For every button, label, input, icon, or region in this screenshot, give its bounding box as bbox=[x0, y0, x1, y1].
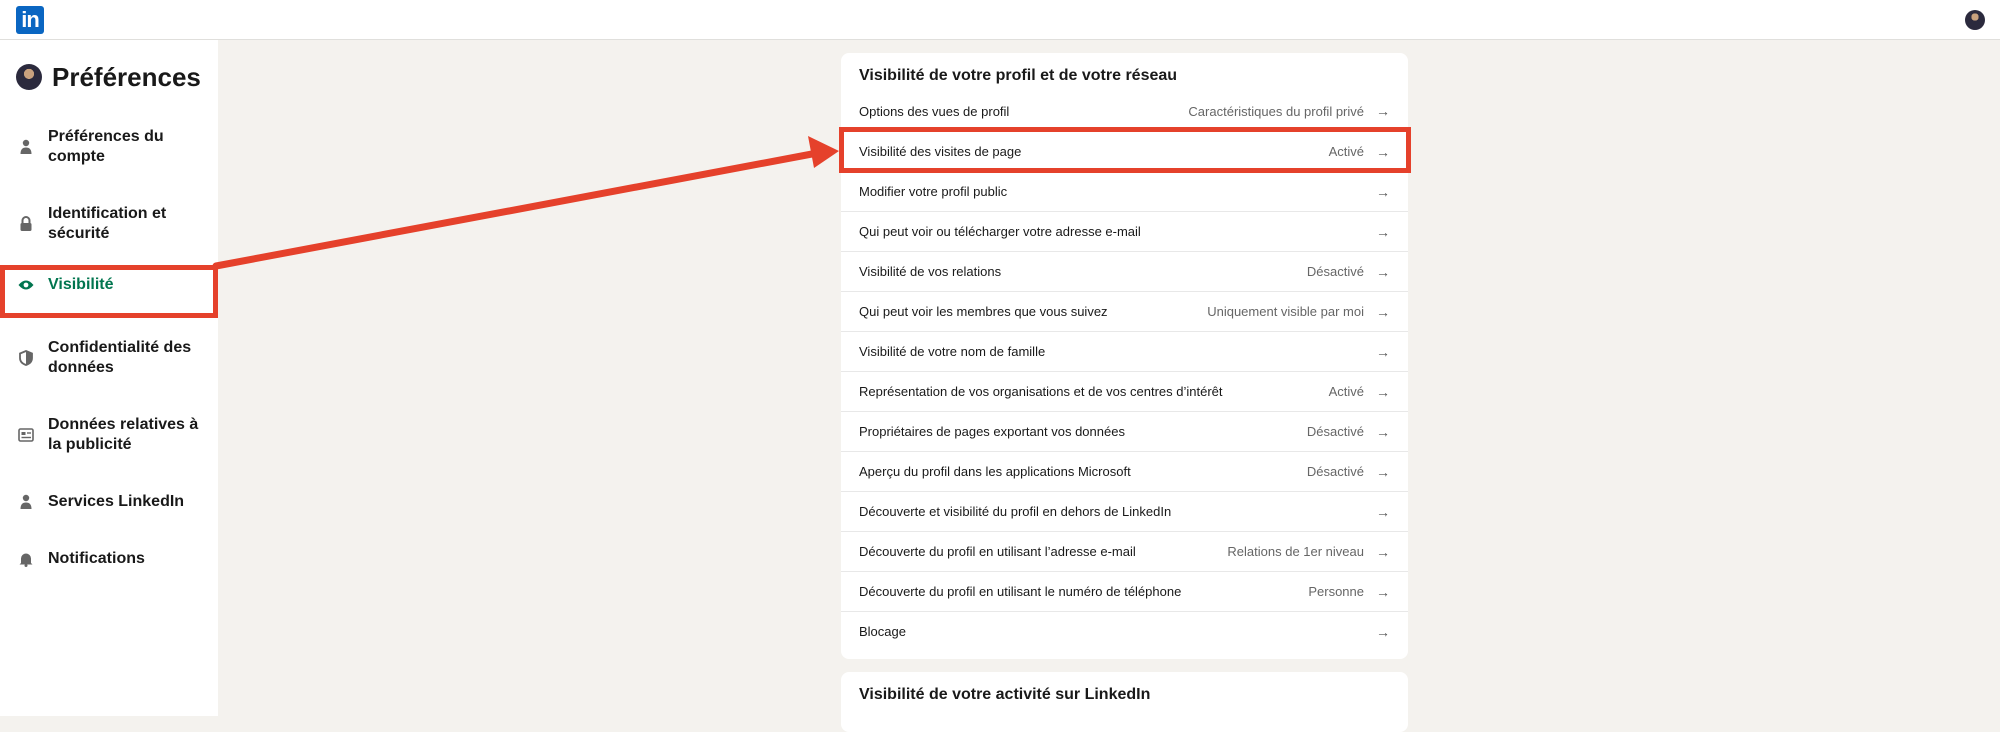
arrow-right-icon: → bbox=[1376, 503, 1390, 520]
sidebar-item-visibility[interactable]: Visibilité bbox=[0, 265, 218, 305]
settings-row-page-owners-export[interactable]: Propriétaires de pages exportant vos don… bbox=[841, 411, 1408, 451]
eye-icon bbox=[18, 277, 34, 293]
row-label: Options des vues de profil bbox=[859, 103, 1010, 119]
settings-row-discovery-email[interactable]: Découverte du profil en utilisant l’adre… bbox=[841, 531, 1408, 571]
sidebar-item-label: Préférences du compte bbox=[48, 128, 164, 165]
row-label: Propriétaires de pages exportant vos don… bbox=[859, 424, 1125, 439]
ad-card-icon bbox=[18, 427, 34, 443]
sidebar-header: Préférences bbox=[16, 60, 201, 94]
user-avatar[interactable] bbox=[1965, 10, 1985, 30]
settings-row-discovery-phone[interactable]: Découverte du profil en utilisant le num… bbox=[841, 571, 1408, 611]
person-icon bbox=[18, 494, 34, 510]
sidebar-item-label: Visibilité bbox=[48, 276, 114, 293]
row-label: Visibilité de votre nom de famille bbox=[859, 344, 1046, 359]
lock-icon bbox=[18, 216, 34, 232]
row-value: Activé bbox=[1328, 144, 1364, 159]
settings-row-following-visibility[interactable]: Qui peut voir les membres que vous suive… bbox=[841, 291, 1408, 331]
settings-row-off-linkedin-visibility[interactable]: Découverte et visibilité du profil en de… bbox=[841, 491, 1408, 531]
sidebar-avatar bbox=[16, 64, 42, 90]
sidebar-item-label: Confidentialité des données bbox=[48, 339, 192, 376]
arrow-right-icon: → bbox=[1376, 623, 1390, 640]
settings-sidebar: Préférences Préférences du compte Identi… bbox=[0, 40, 218, 716]
row-label: Représentation de vos organisations et d… bbox=[859, 384, 1223, 399]
activity-visibility-card: Visibilité de votre activité sur LinkedI… bbox=[841, 672, 1408, 732]
sidebar-item-label: Services LinkedIn bbox=[48, 493, 185, 510]
row-value: Personne bbox=[1308, 584, 1364, 599]
sidebar-item-label: Notifications bbox=[48, 550, 145, 567]
arrow-right-icon: → bbox=[1376, 303, 1390, 320]
row-label: Blocage bbox=[859, 624, 906, 639]
arrow-right-icon: → bbox=[1376, 383, 1390, 400]
profile-network-visibility-card: Visibilité de votre profil et de votre r… bbox=[841, 53, 1408, 659]
row-label: Visibilité de vos relations bbox=[859, 264, 1002, 279]
arrow-right-icon: → bbox=[1376, 543, 1390, 560]
arrow-right-icon: → bbox=[1376, 143, 1390, 160]
person-icon bbox=[18, 139, 34, 155]
row-value: Désactivé bbox=[1306, 264, 1364, 279]
settings-row-page-visit-visibility[interactable]: Visibilité des visites de page Activé → bbox=[841, 131, 1408, 171]
row-label: Qui peut voir les membres que vous suive… bbox=[859, 304, 1108, 319]
arrow-right-icon: → bbox=[1376, 423, 1390, 440]
settings-row-edit-public-profile[interactable]: Modifier votre profil public → bbox=[841, 171, 1408, 211]
arrow-right-icon: → bbox=[1376, 183, 1390, 200]
row-value: Relations de 1er niveau bbox=[1227, 544, 1364, 559]
settings-row-blocking[interactable]: Blocage → bbox=[841, 611, 1408, 651]
row-label: Découverte du profil en utilisant l’adre… bbox=[859, 544, 1136, 559]
sidebar-item-label: Données relatives à la publicité bbox=[48, 416, 199, 453]
sidebar-item-account-preferences[interactable]: Préférences du compte bbox=[0, 125, 218, 169]
row-label: Qui peut voir ou télécharger votre adres… bbox=[859, 224, 1141, 239]
shield-icon bbox=[18, 350, 34, 366]
row-value: Caractéristiques du profil privé bbox=[1188, 103, 1364, 119]
sidebar-item-security[interactable]: Identification et sécurité bbox=[0, 202, 218, 246]
card-title: Visibilité de votre profil et de votre r… bbox=[859, 67, 1178, 84]
row-value: Uniquement visible par moi bbox=[1207, 304, 1364, 319]
arrow-right-icon: → bbox=[1376, 103, 1390, 119]
row-label: Aperçu du profil dans les applications M… bbox=[859, 464, 1131, 479]
page-title: Préférences bbox=[52, 61, 201, 92]
sidebar-item-label: Identification et sécurité bbox=[48, 205, 167, 242]
arrow-right-icon: → bbox=[1376, 223, 1390, 240]
sidebar-item-data-privacy[interactable]: Confidentialité des données bbox=[0, 336, 218, 380]
card-title: Visibilité de votre activité sur LinkedI… bbox=[859, 686, 1151, 703]
bell-icon bbox=[18, 551, 34, 567]
row-label: Modifier votre profil public bbox=[859, 184, 1008, 199]
top-navbar: in bbox=[0, 0, 2000, 40]
settings-row-last-name-visibility[interactable]: Visibilité de votre nom de famille → bbox=[841, 331, 1408, 371]
arrow-right-icon: → bbox=[1376, 263, 1390, 280]
settings-row-organizations-interests[interactable]: Représentation de vos organisations et d… bbox=[841, 371, 1408, 411]
row-value: Activé bbox=[1328, 384, 1364, 399]
row-value: Désactivé bbox=[1306, 464, 1364, 479]
row-label: Visibilité des visites de page bbox=[859, 144, 1022, 159]
arrow-right-icon: → bbox=[1376, 463, 1390, 480]
sidebar-item-linkedin-services[interactable]: Services LinkedIn bbox=[0, 482, 218, 522]
linkedin-logo-icon[interactable]: in bbox=[16, 6, 44, 34]
row-value: Désactivé bbox=[1306, 424, 1364, 439]
sidebar-item-notifications[interactable]: Notifications bbox=[0, 539, 218, 579]
settings-row-email-visibility[interactable]: Qui peut voir ou télécharger votre adres… bbox=[841, 211, 1408, 251]
settings-row-connections-visibility[interactable]: Visibilité de vos relations Désactivé → bbox=[841, 251, 1408, 291]
settings-row-microsoft-apps-preview[interactable]: Aperçu du profil dans les applications M… bbox=[841, 451, 1408, 491]
arrow-right-icon: → bbox=[1376, 583, 1390, 600]
arrow-right-icon: → bbox=[1376, 343, 1390, 360]
row-label: Découverte du profil en utilisant le num… bbox=[859, 584, 1182, 599]
sidebar-item-advertising-data[interactable]: Données relatives à la publicité bbox=[0, 413, 218, 457]
settings-row-profile-view-options[interactable]: Options des vues de profil Caractéristiq… bbox=[841, 91, 1408, 131]
row-label: Découverte et visibilité du profil en de… bbox=[859, 504, 1172, 519]
